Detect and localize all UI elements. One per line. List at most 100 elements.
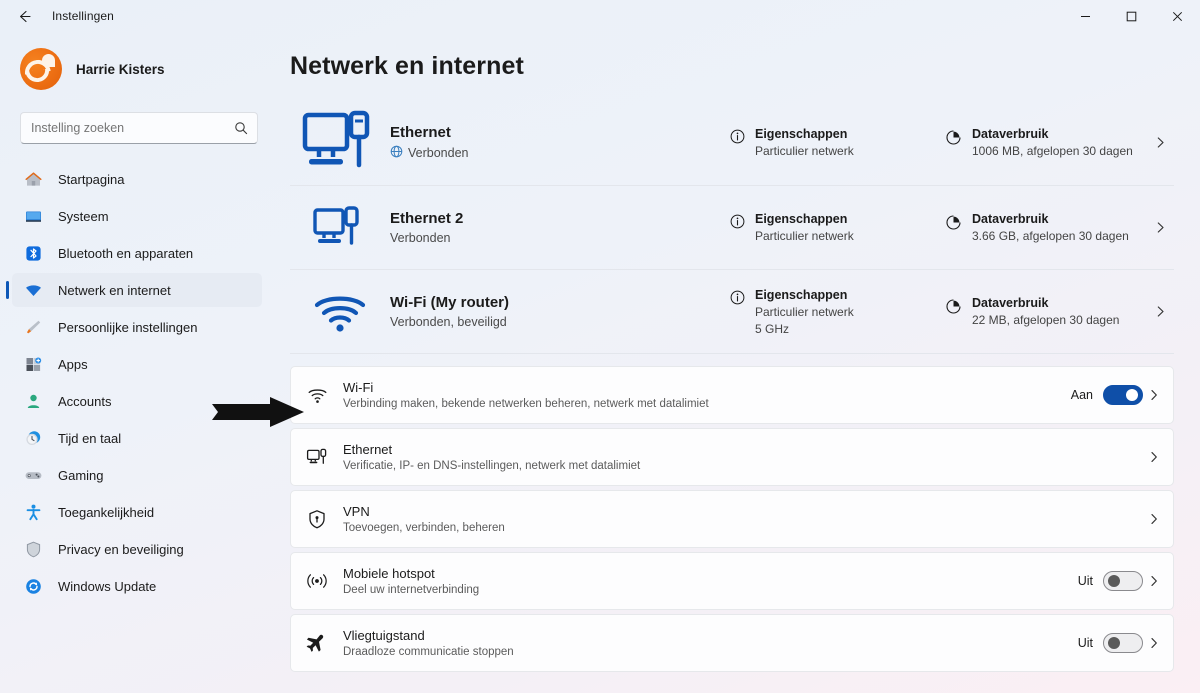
settings-card-mobile-hotspot[interactable]: Mobiele hotspot Deel uw internetverbindi… (290, 552, 1174, 610)
chevron-right-icon[interactable] (1143, 451, 1165, 463)
home-icon (22, 168, 44, 190)
profile-name: Harrie Kisters (76, 61, 165, 77)
settings-card-wifi[interactable]: Wi-Fi Verbinding maken, bekende netwerke… (290, 366, 1174, 424)
settings-card-list: Wi-Fi Verbinding maken, bekende netwerke… (290, 366, 1174, 672)
minimize-icon (1080, 15, 1090, 17)
network-status-row-ethernet[interactable]: Ethernet Verbonden Eigenschappen Particu… (290, 99, 1174, 185)
data-usage-column[interactable]: Dataverbruik 3.66 GB, afgelopen 30 dagen (945, 212, 1146, 243)
user-profile[interactable]: Harrie Kisters (12, 40, 262, 98)
data-usage-column[interactable]: Dataverbruik 22 MB, afgelopen 30 dagen (945, 296, 1146, 327)
chevron-right-icon[interactable] (1143, 389, 1165, 401)
settings-card-vpn[interactable]: VPN Toevoegen, verbinden, beheren (290, 490, 1174, 548)
search-icon (234, 121, 248, 140)
avatar-logo-icon (20, 48, 62, 90)
properties-column[interactable]: Eigenschappen Particulier netwerk (730, 127, 945, 158)
card-text-block: Ethernet Verificatie, IP- en DNS-instell… (343, 442, 1143, 472)
sidebar-item-label: Netwerk en internet (58, 282, 171, 298)
gamepad-icon (22, 464, 44, 486)
data-usage-column[interactable]: Dataverbruik 1006 MB, afgelopen 30 dagen (945, 127, 1146, 158)
apps-icon (22, 353, 44, 375)
network-status-panel: Ethernet Verbonden Eigenschappen Particu… (290, 99, 1174, 354)
sidebar-item-netwerk-en-internet[interactable]: Netwerk en internet (6, 273, 262, 307)
minimize-button[interactable] (1062, 0, 1108, 32)
bluetooth-icon (22, 242, 44, 264)
wifi-icon (22, 279, 44, 301)
pie-chart-icon (945, 214, 962, 236)
sidebar-item-systeem[interactable]: Systeem (12, 199, 262, 233)
close-button[interactable] (1154, 0, 1200, 32)
card-subtitle: Draadloze communicatie stoppen (343, 646, 514, 658)
sidebar-item-privacy-en-beveiliging[interactable]: Privacy en beveiliging (12, 532, 262, 566)
chevron-right-icon[interactable] (1143, 637, 1165, 649)
vpn-shield-icon (291, 509, 343, 530)
card-controls: Uit (1078, 571, 1143, 591)
sidebar: Harrie Kisters Startpa (0, 32, 274, 693)
card-controls: Uit (1078, 633, 1143, 653)
sidebar-item-persoonlijke-instellingen[interactable]: Persoonlijke instellingen (12, 310, 262, 344)
toggle-label: Uit (1077, 636, 1093, 650)
properties-column[interactable]: Eigenschappen Particulier netwerk 5 GHz (730, 288, 945, 336)
sidebar-nav: Startpagina Systeem Bluetooth en apparat… (6, 162, 262, 603)
ethernet-card-icon (291, 447, 343, 467)
network-name-block: Wi-Fi (My router) Verbonden, beveiligd (390, 294, 730, 329)
back-arrow-icon (19, 10, 31, 22)
back-button[interactable] (8, 0, 40, 32)
card-title: Ethernet (343, 442, 393, 457)
card-subtitle: Verbinding maken, bekende netwerken behe… (343, 398, 709, 410)
sidebar-item-label: Persoonlijke instellingen (58, 319, 198, 335)
card-text-block: Vliegtuigstand Draadloze communicatie st… (343, 628, 1078, 658)
sidebar-item-label: Apps (58, 356, 88, 372)
pie-chart-icon (945, 298, 962, 320)
sidebar-item-label: Windows Update (58, 578, 157, 594)
wifi-toggle[interactable] (1103, 385, 1143, 405)
network-status-row-wifi[interactable]: Wi-Fi (My router) Verbonden, beveiligd E… (290, 269, 1174, 353)
airplane-mode-toggle[interactable] (1103, 633, 1143, 653)
chevron-right-icon[interactable] (1146, 136, 1174, 149)
system-monitor-icon (22, 205, 44, 227)
network-name-block: Ethernet 2 Verbonden (390, 210, 730, 245)
data-usage-title: Dataverbruik (972, 212, 1049, 226)
sidebar-item-gaming[interactable]: Gaming (12, 458, 262, 492)
sidebar-item-startpagina[interactable]: Startpagina (12, 162, 262, 196)
data-usage-title: Dataverbruik (972, 296, 1049, 310)
maximize-icon (1126, 11, 1136, 21)
airplane-icon (291, 633, 343, 654)
network-status-row-ethernet-2[interactable]: Ethernet 2 Verbonden Eigenschappen Parti… (290, 185, 1174, 269)
card-controls: Aan (1071, 385, 1143, 405)
network-state-label: Verbonden (408, 145, 469, 160)
search-input[interactable] (21, 121, 257, 135)
sidebar-item-toegankelijkheid[interactable]: Toegankelijkheid (12, 495, 262, 529)
toggle-label: Aan (1070, 388, 1093, 402)
settings-card-airplane-mode[interactable]: Vliegtuigstand Draadloze communicatie st… (290, 614, 1174, 672)
card-text-block: Wi-Fi Verbinding maken, bekende netwerke… (343, 380, 1071, 410)
properties-sub: Particulier netwerk (755, 304, 854, 319)
chevron-right-icon[interactable] (1143, 575, 1165, 587)
properties-sub: Particulier netwerk (755, 229, 854, 243)
properties-column[interactable]: Eigenschappen Particulier netwerk (730, 212, 945, 243)
settings-window: Instellingen Harrie Kisters Instelling z… (0, 0, 1200, 693)
card-text-block: VPN Toevoegen, verbinden, beheren (343, 504, 1143, 534)
chevron-right-icon[interactable] (1143, 513, 1165, 525)
info-icon (730, 129, 745, 149)
sidebar-item-windows-update[interactable]: Windows Update (12, 569, 262, 603)
annotation-arrow (212, 396, 304, 428)
mobile-hotspot-toggle[interactable] (1103, 571, 1143, 591)
sidebar-item-label: Tijd en taal (58, 430, 122, 446)
sidebar-item-label: Gaming (58, 467, 104, 483)
globe-icon (390, 145, 403, 161)
chevron-right-icon[interactable] (1146, 305, 1174, 318)
chevron-right-icon[interactable] (1146, 221, 1174, 234)
info-icon (730, 290, 745, 310)
settings-card-ethernet[interactable]: Ethernet Verificatie, IP- en DNS-instell… (290, 428, 1174, 486)
window-title: Instellingen (52, 9, 114, 23)
network-name: Ethernet (390, 123, 451, 141)
sidebar-item-bluetooth[interactable]: Bluetooth en apparaten (12, 236, 262, 270)
data-usage-sub: 22 MB, afgelopen 30 dagen (972, 313, 1120, 327)
card-subtitle: Toevoegen, verbinden, beheren (343, 522, 505, 534)
sidebar-item-apps[interactable]: Apps (12, 347, 262, 381)
maximize-button[interactable] (1108, 0, 1154, 32)
account-person-icon (22, 390, 44, 412)
search-box[interactable] (20, 112, 258, 144)
title-bar: Instellingen (0, 0, 1200, 32)
main-content: Netwerk en internet Ethernet Verbonden E… (274, 32, 1200, 693)
